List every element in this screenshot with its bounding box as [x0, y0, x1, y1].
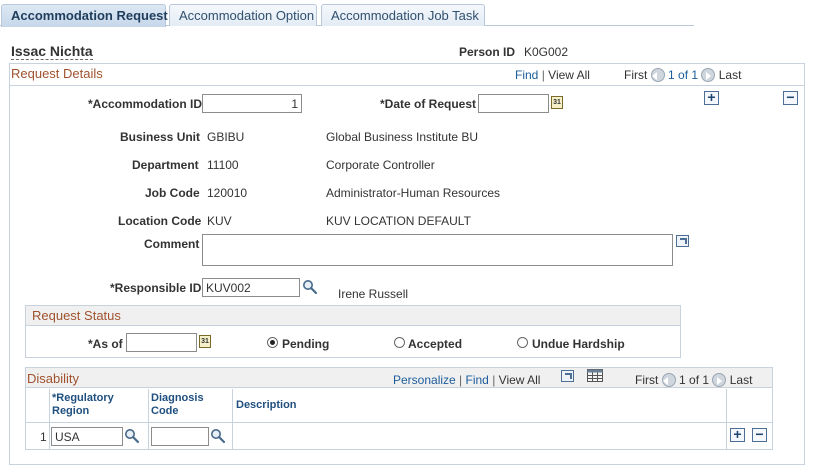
- diagnosis-code-search-icon[interactable]: [210, 428, 226, 444]
- undue-hardship-radio[interactable]: [517, 337, 528, 348]
- regulatory-region-header[interactable]: *Regulatory Region: [52, 392, 114, 418]
- regulatory-region-search-icon[interactable]: [124, 428, 140, 444]
- comment-label: Comment: [144, 237, 200, 251]
- download-grid-icon[interactable]: [587, 369, 603, 382]
- new-window-icon[interactable]: [561, 370, 574, 382]
- first-label: First: [624, 68, 648, 82]
- job-code-label: Job Code: [145, 186, 200, 200]
- regulatory-region-input[interactable]: [51, 427, 123, 446]
- grid-col-divider: [232, 389, 233, 449]
- person-id-label: Person ID: [459, 45, 516, 59]
- grid-header-divider: [26, 422, 772, 423]
- location-code-description: KUV LOCATION DEFAULT: [326, 214, 471, 228]
- business-unit-code: GBIBU: [207, 130, 245, 144]
- row-number: 1: [40, 430, 47, 444]
- request-details-divider: [9, 85, 805, 86]
- job-code-value: 120010: [207, 186, 248, 200]
- disability-pager-count: 1 of 1: [679, 373, 710, 387]
- job-code-description: Administrator-Human Resources: [326, 186, 501, 200]
- tab-accommodation-request[interactable]: Accommodation Request: [1, 4, 168, 27]
- grid-col-divider: [148, 389, 149, 449]
- disability-first-label: First: [635, 373, 659, 387]
- grid-col-divider: [726, 389, 727, 449]
- expand-comment-icon[interactable]: [676, 235, 689, 247]
- lookup-search-icon[interactable]: [302, 279, 318, 295]
- department-description: Corporate Controller: [326, 158, 435, 172]
- grid-add-row-button[interactable]: +: [730, 427, 745, 442]
- undue-hardship-label: Undue Hardship: [532, 337, 625, 351]
- add-row-button[interactable]: +: [704, 90, 719, 105]
- comment-textarea[interactable]: [202, 234, 673, 266]
- as-of-calendar-icon[interactable]: 31: [199, 335, 211, 348]
- pager-count: 1 of 1: [668, 68, 699, 82]
- last-label: Last: [718, 68, 742, 82]
- department-label: Department: [132, 158, 199, 172]
- date-of-request-label: *Date of Request: [380, 97, 477, 111]
- responsible-name: Irene Russell: [338, 287, 409, 301]
- diagnosis-code-input[interactable]: [151, 427, 209, 446]
- disability-next-arrow-icon[interactable]: [712, 373, 727, 387]
- responsible-id-label: *Responsible ID: [110, 281, 202, 295]
- nav-separator: |: [459, 373, 463, 387]
- business-unit-label: Business Unit: [120, 130, 201, 144]
- view-all-link[interactable]: View All: [548, 68, 590, 82]
- disability-title: Disability: [27, 371, 80, 386]
- nav-separator: |: [492, 373, 496, 387]
- disability-find-link[interactable]: Find: [466, 373, 489, 387]
- disability-pager: First 1 of 1 Last: [635, 373, 752, 387]
- disability-view-all-link[interactable]: View All: [499, 373, 541, 387]
- person-id-value: K0G002: [524, 45, 569, 59]
- disability-last-label: Last: [729, 373, 753, 387]
- request-details-pager: First 1 of 1 Last: [624, 68, 741, 82]
- department-code: 11100: [207, 158, 239, 172]
- diagnosis-code-header[interactable]: Diagnosis Code: [151, 392, 204, 418]
- disability-previous-arrow-icon[interactable]: [661, 373, 676, 387]
- location-code-value: KUV: [207, 214, 232, 228]
- disability-nav: Personalize | Find | View All: [393, 373, 540, 387]
- pending-radio[interactable]: [267, 337, 278, 348]
- description-header[interactable]: Description: [236, 399, 297, 412]
- request-status-header: [26, 306, 680, 326]
- tab-accommodation-option[interactable]: Accommodation Option: [169, 4, 317, 26]
- tab-accommodation-job-task[interactable]: Accommodation Job Task: [321, 4, 485, 26]
- delete-row-button[interactable]: −: [783, 90, 798, 105]
- previous-arrow-icon[interactable]: [650, 68, 665, 82]
- next-arrow-icon[interactable]: [701, 68, 716, 82]
- date-of-request-input[interactable]: [478, 94, 549, 113]
- grid-delete-row-button[interactable]: −: [752, 427, 767, 442]
- request-details-title: Request Details: [11, 66, 103, 81]
- request-details-nav: Find | View All: [515, 68, 590, 82]
- grid-col-divider: [49, 389, 50, 449]
- responsible-id-input[interactable]: [202, 278, 300, 297]
- request-status-title: Request Status: [32, 308, 121, 323]
- find-link[interactable]: Find: [515, 68, 538, 82]
- business-unit-description: Global Business Institute BU: [326, 130, 479, 144]
- accommodation-id-label: *Accommodation ID: [88, 97, 203, 111]
- accepted-label: Accepted: [408, 337, 463, 351]
- accepted-radio[interactable]: [394, 337, 405, 348]
- person-name: Issac Nichta: [11, 43, 93, 60]
- calendar-icon[interactable]: 31: [551, 96, 563, 109]
- location-code-label: Location Code: [118, 214, 202, 228]
- as-of-date-input[interactable]: [126, 333, 197, 352]
- nav-separator: |: [541, 68, 545, 82]
- as-of-label: *As of: [88, 337, 123, 351]
- accommodation-id-input[interactable]: [202, 94, 302, 113]
- personalize-link[interactable]: Personalize: [393, 373, 456, 387]
- pending-label: Pending: [282, 337, 330, 351]
